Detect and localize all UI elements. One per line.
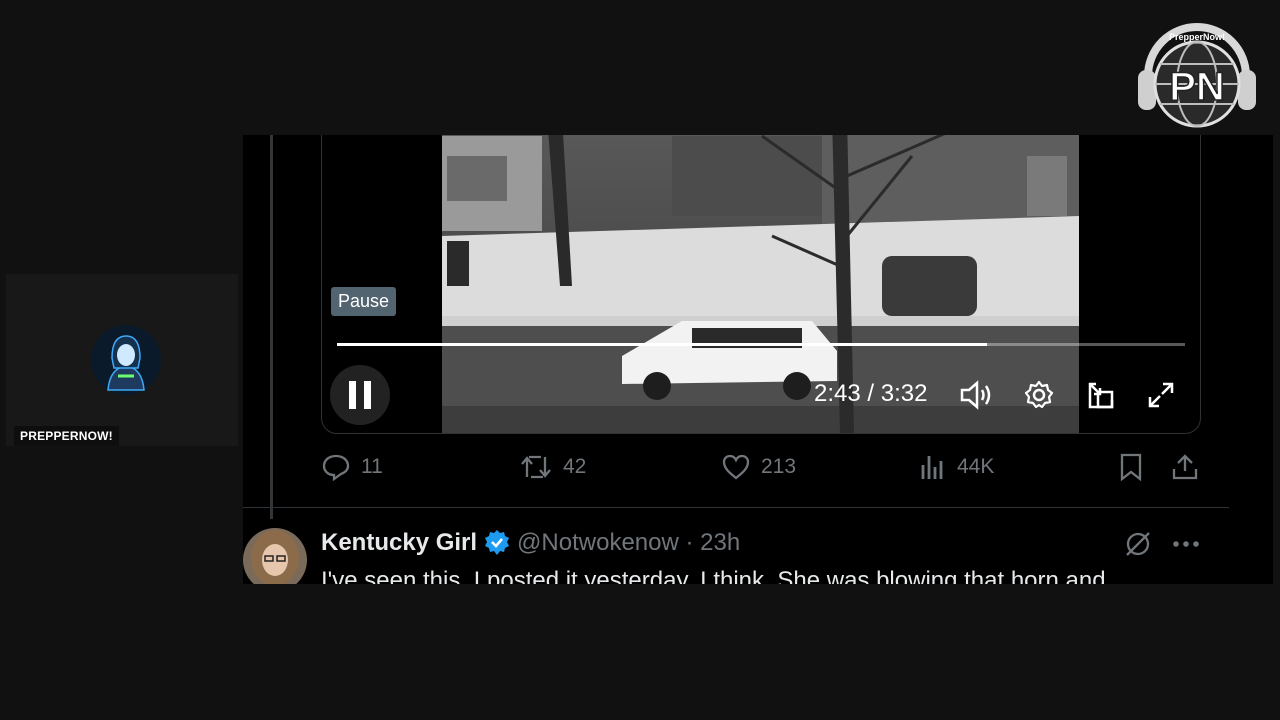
bookmark-icon <box>1120 453 1142 481</box>
like-count: 213 <box>761 455 797 478</box>
fullscreen-button[interactable] <box>1144 378 1178 412</box>
thread-line <box>270 135 273 519</box>
reply-header: Kentucky Girl @Notwokenow · 23h <box>321 529 740 557</box>
capture-right-edge <box>1229 135 1273 584</box>
progress-bar[interactable] <box>337 343 1185 346</box>
reply-author-name[interactable]: Kentucky Girl <box>321 529 477 557</box>
pop-out-button[interactable] <box>1084 378 1118 412</box>
reply-text: I've seen this. I posted it yesterday. I… <box>321 567 1106 584</box>
grok-icon[interactable] <box>1123 529 1153 559</box>
retweet-icon <box>521 455 551 479</box>
retweet-count: 42 <box>563 455 587 478</box>
streamer-avatar <box>90 324 162 396</box>
video-player[interactable]: Pause 2:43 / 3:32 <box>321 135 1201 434</box>
share-action[interactable] <box>1171 453 1199 481</box>
like-action[interactable]: 213 <box>721 453 796 481</box>
logo-text: PrepperNow! <box>1169 32 1225 42</box>
screen-capture: Pause 2:43 / 3:32 11 42 213 44K Kentucky… <box>243 135 1229 584</box>
view-count: 44K <box>957 455 995 478</box>
streamer-camera-panel: PREPPERNOW! <box>6 274 238 446</box>
progress-fill <box>337 343 987 346</box>
streamer-name-tag: PREPPERNOW! <box>14 426 119 446</box>
volume-icon <box>960 380 991 410</box>
reply-action[interactable]: 11 <box>321 453 383 481</box>
logo-initials: PN <box>1169 65 1225 109</box>
fullscreen-icon <box>1148 382 1174 408</box>
retweet-action[interactable]: 42 <box>519 453 586 481</box>
reply-count: 11 <box>361 455 383 478</box>
analytics-icon <box>921 456 943 479</box>
share-icon <box>1172 454 1198 480</box>
time-display: 2:43 / 3:32 <box>814 380 928 407</box>
reply-toolbar <box>1123 529 1201 559</box>
views-action[interactable]: 44K <box>919 453 994 481</box>
volume-button[interactable] <box>960 378 994 412</box>
tweet-action-bar: 11 42 213 44K <box>321 453 1211 491</box>
reply-handle-time[interactable]: @Notwokenow · 23h <box>517 529 740 557</box>
pop-out-icon <box>1088 382 1114 409</box>
comment-icon <box>322 454 350 481</box>
pause-button[interactable] <box>330 365 390 425</box>
reply-avatar[interactable] <box>243 528 307 584</box>
pause-icon <box>349 381 371 409</box>
heart-icon <box>722 454 750 480</box>
prepper-now-logo: PN PrepperNow! <box>1136 14 1258 130</box>
verified-badge-icon <box>485 530 510 555</box>
divider <box>243 507 1229 508</box>
bookmark-action[interactable] <box>1119 453 1143 481</box>
pause-tooltip: Pause <box>331 287 397 316</box>
settings-button[interactable] <box>1022 378 1056 412</box>
settings-icon <box>1024 380 1054 409</box>
more-options-icon[interactable] <box>1171 539 1201 549</box>
